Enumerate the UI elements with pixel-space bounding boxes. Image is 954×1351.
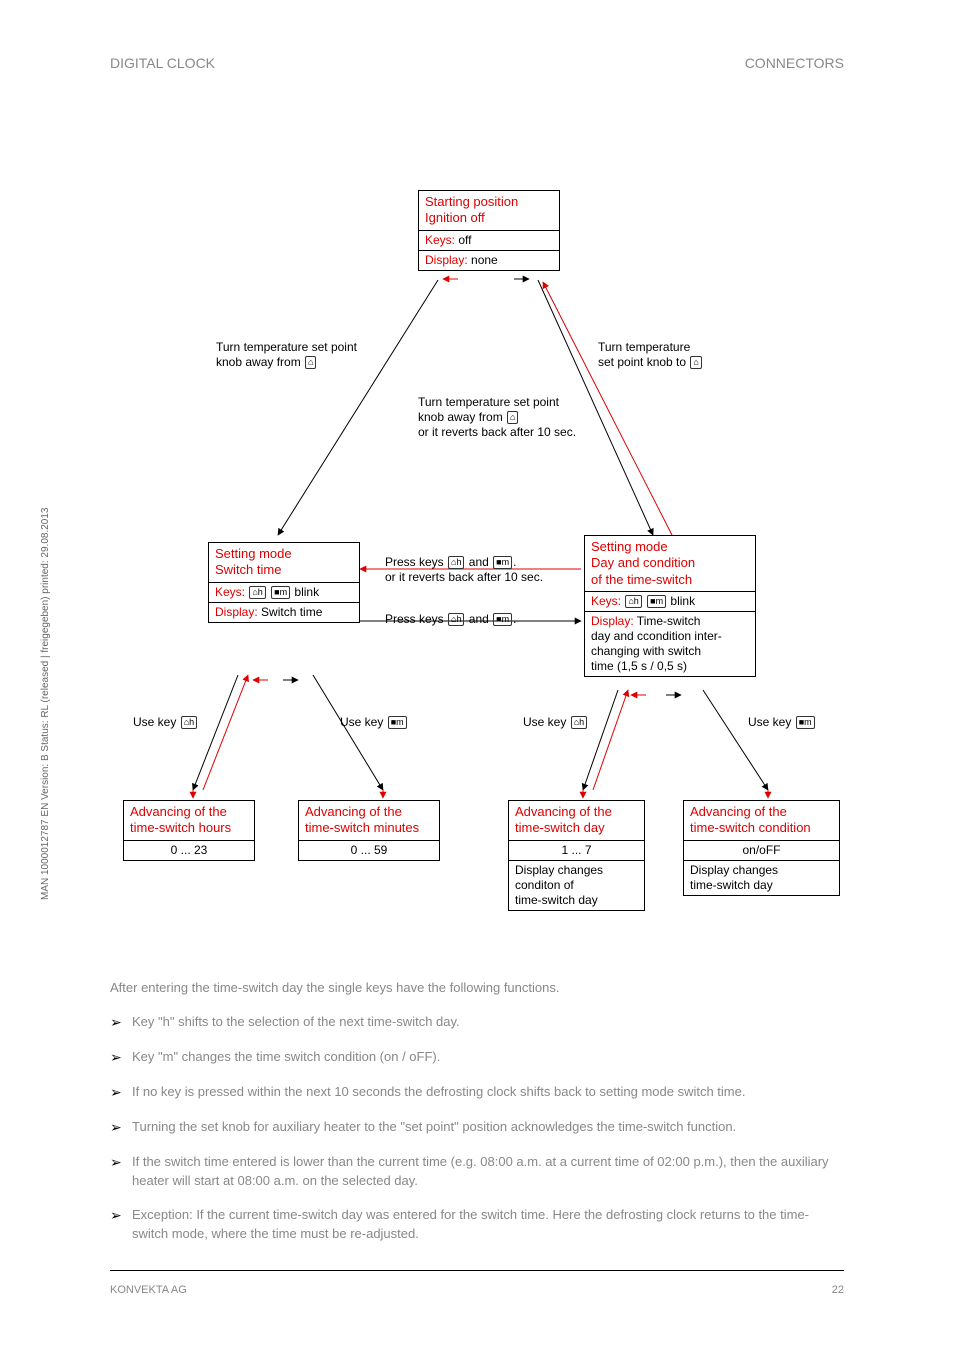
lbl-knob-away: Turn temperature set point knob away fro… — [216, 340, 357, 370]
list-item: ➢If the switch time entered is lower tha… — [110, 1152, 844, 1191]
chevron-right-icon: ➢ — [110, 1047, 132, 1068]
lbl-use-h: Use key ⌂h — [133, 715, 198, 730]
key-h-icon: ⌂h — [448, 613, 464, 626]
key-m-icon: ■m — [388, 716, 407, 729]
key-h-icon: ⌂h — [448, 556, 464, 569]
header-right: CONNECTORS — [745, 55, 844, 71]
node-adv-hours: Advancing of the time-switch hours 0 ...… — [123, 800, 255, 861]
footer-page: 22 — [832, 1284, 844, 1296]
chevron-right-icon: ➢ — [110, 1082, 132, 1103]
knob-icon: ⌂ — [690, 356, 701, 369]
node-adv-day: Advancing of the time-switch day 1 ... 7… — [508, 800, 645, 911]
node-adv-condition: Advancing of the time-switch condition o… — [683, 800, 840, 896]
list-item: ➢Key "m" changes the time switch conditi… — [110, 1047, 844, 1068]
intro-para: After entering the time-switch day the s… — [110, 978, 844, 998]
key-h-icon: ⌂h — [181, 716, 197, 729]
list-item: ➢Turning the set knob for auxiliary heat… — [110, 1117, 844, 1138]
key-h-icon: ⌂h — [249, 586, 265, 599]
key-m-icon: ■m — [493, 556, 512, 569]
lbl-use-day-h: Use key ⌂h — [523, 715, 588, 730]
lbl-press-keys: Press keys ⌂h and ■m. — [385, 612, 516, 627]
node-setting-day: Setting mode Day and condition of the ti… — [584, 535, 756, 677]
footer-left: KONVEKTA AG — [110, 1284, 187, 1296]
chevron-right-icon: ➢ — [110, 1152, 132, 1191]
key-m-icon: ■m — [647, 595, 666, 608]
node-start: Starting position Ignition off Keys: off… — [418, 190, 560, 271]
key-m-icon: ■m — [796, 716, 815, 729]
lbl-use-m: Use key ■m — [340, 715, 408, 730]
lbl-knob-to: Turn temperature set point knob to ⌂ — [598, 340, 703, 370]
body-text: After entering the time-switch day the s… — [110, 978, 844, 1258]
header-left: DIGITAL CLOCK — [110, 55, 215, 71]
lbl-mid-revert: Turn temperature set pointknob away from… — [418, 395, 576, 440]
key-h-icon: ⌂h — [571, 716, 587, 729]
flowchart: Starting position Ignition off Keys: off… — [108, 105, 848, 941]
key-h-icon: ⌂h — [625, 595, 641, 608]
knob-icon: ⌂ — [507, 411, 518, 424]
list-item: ➢Exception: If the current time-switch d… — [110, 1205, 844, 1244]
node-setting-switch-time: Setting mode Switch time Keys: ⌂h ■m bli… — [208, 542, 360, 623]
chevron-right-icon: ➢ — [110, 1205, 132, 1244]
knob-icon: ⌂ — [305, 356, 316, 369]
list-item: ➢Key "h" shifts to the selection of the … — [110, 1012, 844, 1033]
footer-rule — [110, 1270, 844, 1271]
key-m-icon: ■m — [493, 613, 512, 626]
lbl-use-day-m: Use key ■m — [748, 715, 816, 730]
header-row: DIGITAL CLOCK CONNECTORS — [110, 55, 844, 71]
chevron-right-icon: ➢ — [110, 1012, 132, 1033]
list-item: ➢If no key is pressed within the next 10… — [110, 1082, 844, 1103]
footer: KONVEKTA AG 22 — [110, 1284, 844, 1296]
node-adv-minutes: Advancing of the time-switch minutes 0 .… — [298, 800, 440, 861]
lbl-press-or-revert: Press keys ⌂h and ■m.or it reverts back … — [385, 555, 543, 585]
doc-meta-vertical: MAN 1000012787 EN Version: B Status: RL … — [40, 508, 51, 900]
key-m-icon: ■m — [271, 586, 290, 599]
chevron-right-icon: ➢ — [110, 1117, 132, 1138]
